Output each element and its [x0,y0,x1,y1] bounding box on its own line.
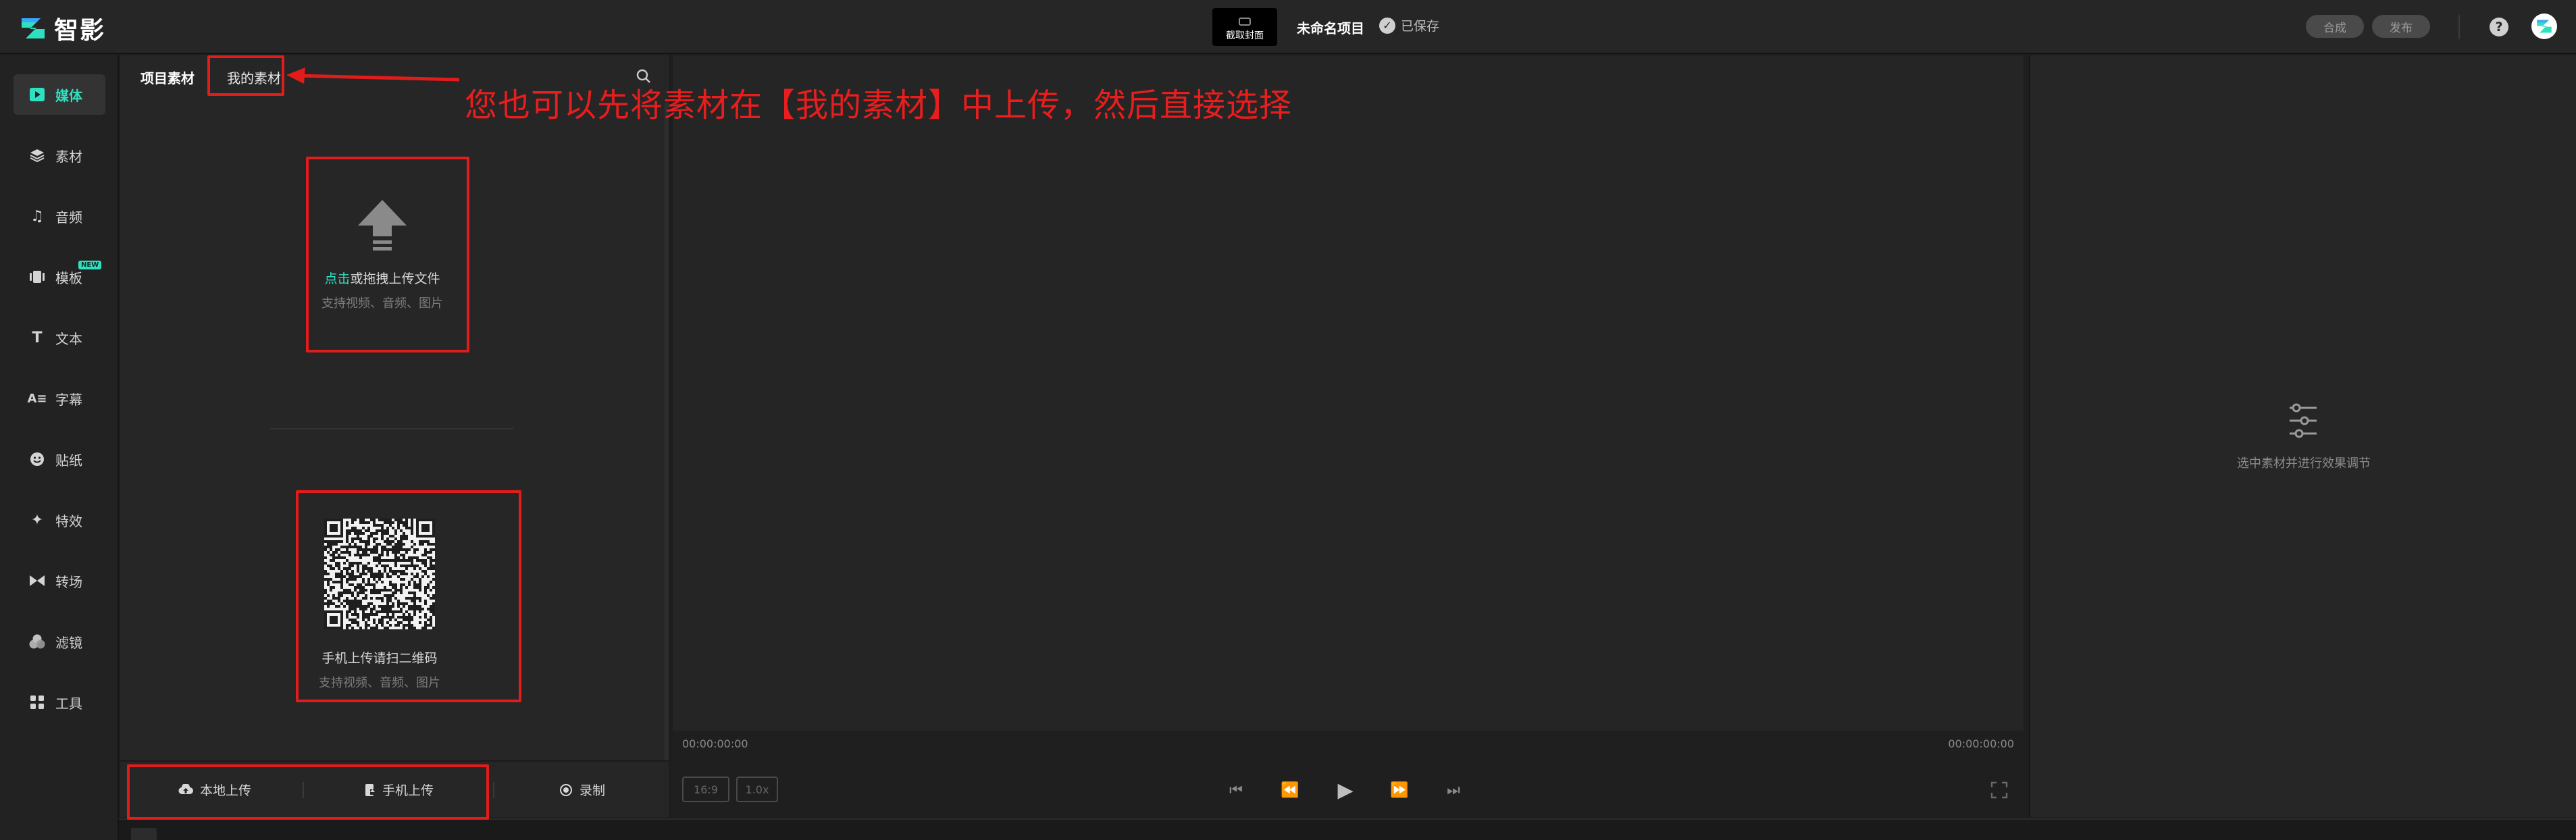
sticker-icon [28,450,46,468]
annotation-box-qr [296,490,521,702]
aspect-ratio-button[interactable]: 16:9 [682,777,729,802]
top-bar: 智影 截取封面 未命名项目 ✓ 已保存 合成 发布 ? [0,0,2576,54]
nav-item-label: 媒体 [55,87,82,104]
timeline-strip [119,818,2576,840]
camera-icon [1239,18,1251,26]
nav-item-assets[interactable]: 素材 [14,135,105,176]
properties-panel: 选中素材并进行效果调节 [2029,55,2576,817]
skip-to-start-icon[interactable]: ⏮ [1224,778,1248,802]
avatar[interactable] [2531,14,2557,39]
subtitle-icon: A≡ [27,391,47,406]
publish-button[interactable]: 发布 [2372,15,2430,38]
tab-project-assets[interactable]: 项目素材 [140,68,195,87]
fast-forward-icon[interactable]: ⏩ [1387,778,1412,802]
record-button[interactable]: 录制 [559,781,605,799]
nav-item-label: 文本 [55,330,82,347]
nav-item-subtitle[interactable]: A≡ 字幕 [14,378,105,419]
new-badge: NEW [78,261,102,269]
properties-hint: 选中素材并进行效果调节 [2237,456,2371,471]
nav-item-text[interactable]: T 文本 [14,317,105,358]
preview-canvas[interactable] [673,55,2024,731]
adjust-sliders-icon [2290,403,2317,438]
capture-cover-button[interactable]: 截取封面 [1212,8,1277,46]
skip-to-end-icon[interactable]: ⏭ [1441,778,1466,802]
zhiying-logo-icon [22,18,45,38]
tools-icon [28,693,46,711]
save-status: ✓ 已保存 [1379,16,1439,34]
avatar-logo-icon [2537,20,2552,33]
nav-item-effects[interactable]: ✦ 特效 [14,500,105,540]
nav-item-template[interactable]: 模板 NEW [14,257,105,297]
music-icon: ♫ [30,207,44,225]
nav-item-transition[interactable]: 转场 [14,560,105,601]
transition-icon [28,572,46,589]
template-icon [28,268,46,286]
app-name: 智影 [54,17,106,45]
nav-item-audio[interactable]: ♫ 音频 [14,196,105,236]
capture-cover-label: 截取封面 [1226,30,1264,41]
preview-player: 00:00:00:00 00:00:00:00 16:9 1.0x ⏮ ⏪ ▶ … [673,55,2024,817]
annotation-box-upload-sources [127,764,489,820]
check-circle-icon: ✓ [1379,17,1395,34]
nav-item-filter[interactable]: 滤镜 [14,621,105,662]
nav-item-label: 素材 [55,148,82,165]
rewind-icon[interactable]: ⏪ [1278,778,1302,802]
header-divider [2458,15,2460,39]
nav-item-label: 模板 [55,269,82,286]
nav-item-label: 音频 [55,209,82,226]
app-logo[interactable]: 智影 [20,11,105,46]
nav-item-media[interactable]: 媒体 [14,74,105,115]
help-icon[interactable]: ? [2490,18,2508,36]
timeline-handle[interactable] [131,828,157,840]
left-nav: 媒体 素材 ♫ 音频 模板 NEW T 文本 A≡ 字幕 贴纸 ✦ 特效 转场 … [0,55,119,840]
nav-item-label: 工具 [55,695,82,712]
nav-item-label: 滤镜 [55,634,82,651]
nav-item-sticker[interactable]: 贴纸 [14,439,105,479]
record-icon [560,783,572,796]
project-name[interactable]: 未命名项目 [1297,18,1364,37]
fullscreen-icon[interactable] [1990,781,2009,799]
filter-icon [28,633,46,650]
annotation-box-upload [306,157,469,352]
nav-item-tools[interactable]: 工具 [14,682,105,723]
nav-item-label: 贴纸 [55,452,82,469]
nav-item-label: 字幕 [55,391,82,408]
text-icon: T [32,329,43,346]
tab-separator [493,782,494,798]
media-icon [28,86,46,103]
save-status-text: 已保存 [1401,19,1440,34]
nav-item-label: 特效 [55,513,82,529]
layers-icon [28,147,46,164]
current-time: 00:00:00:00 [682,737,748,750]
annotation-box-my-assets [207,55,284,96]
annotation-text: 您也可以先将素材在【我的素材】中上传，然后直接选择 [465,86,1293,124]
panel-scrollbar[interactable] [665,103,669,812]
total-time: 00:00:00:00 [1948,737,2014,750]
playback-speed-button[interactable]: 1.0x [736,777,778,802]
export-button[interactable]: 合成 [2306,15,2364,38]
nav-item-label: 转场 [55,573,82,590]
section-divider [270,428,513,429]
play-icon[interactable]: ▶ [1333,778,1358,802]
effects-icon: ✦ [30,511,44,529]
record-label: 录制 [579,783,606,798]
